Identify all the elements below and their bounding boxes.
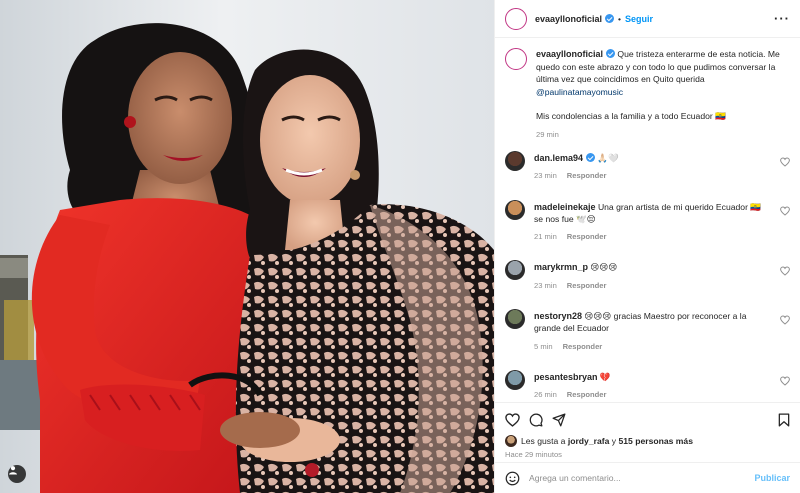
liker-avatar[interactable]: [505, 435, 517, 447]
comment-meta: 23 min Responder: [534, 170, 771, 182]
comment-body: madeleinekaje Una gran artista de mi que…: [534, 200, 771, 244]
commenter-avatar[interactable]: [505, 199, 525, 220]
caption-time: 29 min: [536, 129, 559, 139]
post-photo[interactable]: [0, 0, 494, 493]
comment-item: dan.lema94 🙏🏻🤍 23 min Responder: [505, 151, 790, 183]
comment-meta: 26 min Responder: [534, 389, 771, 401]
comment-body: nestoryn28 😢😢😢 gracias Maestro por recon…: [534, 309, 771, 353]
share-send-icon[interactable]: [552, 413, 566, 427]
caption-username[interactable]: evaayllonoficial: [536, 49, 603, 59]
commenter-username[interactable]: madeleinekaje: [534, 202, 596, 212]
comment-item: nestoryn28 😢😢😢 gracias Maestro por recon…: [505, 309, 790, 353]
reply-button[interactable]: Responder: [563, 342, 603, 351]
reply-button[interactable]: Responder: [567, 171, 607, 180]
emoji-icon[interactable]: [505, 471, 520, 486]
photo-illustration: [0, 0, 494, 493]
comment-bubble-icon[interactable]: [529, 413, 543, 427]
reply-button[interactable]: Responder: [567, 390, 607, 399]
commenter-avatar[interactable]: [505, 369, 525, 390]
post-dialog: evaayllonoficial • Seguir ··· evaayllono…: [0, 0, 800, 493]
more-options-icon[interactable]: ···: [774, 11, 790, 26]
author-avatar[interactable]: [505, 7, 527, 30]
comment-items: dan.lema94 🙏🏻🤍 23 min Responder madeleineka…: [505, 151, 790, 402]
comment-item: madeleinekaje Una gran artista de mi que…: [505, 199, 790, 244]
tagged-users-icon[interactable]: [8, 465, 26, 483]
comment-time: 23 min: [534, 280, 557, 290]
commenter-username[interactable]: pesantesbryan: [534, 372, 598, 382]
caption-mention-link[interactable]: @paulinatamayomusic: [536, 87, 623, 97]
post-header: evaayllonoficial • Seguir ···: [495, 0, 800, 38]
comment-meta: 21 min Responder: [534, 231, 771, 243]
comment-body: dan.lema94 🙏🏻🤍 23 min Responder: [534, 151, 771, 183]
comment-body: pesantesbryan 💔 26 min Responder: [534, 370, 771, 402]
likes-count-link[interactable]: 515 personas más: [618, 436, 693, 446]
liker-username[interactable]: jordy_rafa: [568, 436, 610, 446]
commenter-avatar[interactable]: [505, 151, 525, 171]
separator-dot: •: [618, 13, 622, 24]
caption-text-2: Mis condolencias a la familia y a todo E…: [536, 111, 726, 121]
post-actions: Les gusta a jordy_rafa y 515 personas má…: [495, 402, 800, 462]
verified-badge-icon: [605, 14, 615, 23]
reply-button[interactable]: Responder: [567, 232, 607, 241]
verified-badge-icon: [606, 49, 616, 58]
comment-like-heart-icon[interactable]: [780, 157, 790, 167]
comment-input[interactable]: [529, 473, 746, 483]
like-heart-icon[interactable]: [505, 413, 520, 427]
comment-time: 21 min: [534, 232, 557, 242]
person-icon: [9, 466, 17, 475]
comment-time: 5 min: [534, 341, 553, 351]
comment-like-heart-icon[interactable]: [780, 376, 790, 386]
comment-time: 23 min: [534, 171, 557, 181]
author-username[interactable]: evaayllonoficial: [535, 14, 602, 24]
comment-item: marykrmn_p 😢😢😢 23 min Responder: [505, 260, 790, 292]
commenter-username[interactable]: nestoryn28: [534, 311, 582, 321]
commenter-avatar[interactable]: [505, 309, 525, 330]
comments-list[interactable]: evaayllonoficial Que tristeza enterarme …: [495, 38, 800, 402]
comment-text: 😢😢😢: [590, 262, 618, 273]
likes-summary: Les gusta a jordy_rafa y 515 personas má…: [505, 435, 790, 447]
comment-text: 💔: [599, 371, 611, 382]
likes-middle: y: [611, 436, 617, 446]
comment-item: pesantesbryan 💔 26 min Responder: [505, 369, 790, 402]
post-timestamp: Hace 29 minutos: [505, 450, 562, 459]
follow-button[interactable]: Seguir: [625, 14, 653, 24]
caption-body: evaayllonoficial Que tristeza enterarme …: [536, 48, 790, 141]
commenter-username[interactable]: marykrmn_p: [534, 262, 588, 272]
comment-like-heart-icon[interactable]: [780, 266, 790, 277]
comment-meta: 23 min Responder: [534, 280, 771, 292]
comment-body: marykrmn_p 😢😢😢 23 min Responder: [534, 260, 771, 292]
publish-button[interactable]: Publicar: [754, 473, 790, 483]
commenter-avatar[interactable]: [505, 260, 525, 281]
verified-badge-icon: [586, 153, 596, 162]
likes-prefix: Les gusta a: [521, 436, 566, 446]
commenter-username[interactable]: dan.lema94: [534, 153, 583, 163]
comment-meta: 5 min Responder: [534, 341, 771, 353]
save-bookmark-icon[interactable]: [778, 413, 790, 427]
comment-composer: Publicar: [495, 462, 800, 493]
post-caption: evaayllonoficial Que tristeza enterarme …: [505, 48, 790, 141]
comment-time: 26 min: [534, 390, 557, 400]
post-sidebar: evaayllonoficial • Seguir ··· evaayllono…: [494, 0, 800, 493]
comment-text: 🙏🏻🤍: [597, 153, 619, 163]
action-icons: [505, 411, 790, 429]
reply-button[interactable]: Responder: [567, 281, 607, 290]
comment-like-heart-icon[interactable]: [780, 206, 790, 216]
comment-like-heart-icon[interactable]: [780, 315, 790, 325]
caption-avatar[interactable]: [505, 48, 527, 70]
